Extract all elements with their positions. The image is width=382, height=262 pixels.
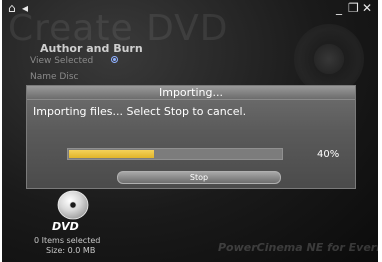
disc-size: Size: 0.0 MB — [46, 246, 96, 255]
stop-button[interactable]: Stop — [117, 171, 281, 184]
back-arrow-icon[interactable]: ◂ — [22, 2, 28, 14]
dialog-title: Importing... — [158, 86, 223, 99]
restore-icon[interactable]: ❐ — [348, 2, 359, 14]
progress-bar — [67, 148, 283, 160]
items-selected-count: 0 Items selected — [34, 236, 101, 245]
close-icon[interactable]: ✕ — [362, 2, 372, 14]
decorative-disc-image — [294, 24, 364, 94]
view-selected-radio[interactable] — [111, 56, 118, 63]
app-window: Create DVD ⌂ ◂ _ ❐ ✕ Author and Burn Vie… — [2, 0, 378, 262]
minimize-icon[interactable]: _ — [336, 2, 342, 14]
brand-watermark: PowerCinema NE for Everio — [218, 241, 378, 254]
importing-dialog: Importing... Importing files... Select S… — [26, 85, 356, 189]
home-icon[interactable]: ⌂ — [8, 2, 16, 14]
dialog-message: Importing files... Select Stop to cancel… — [33, 105, 247, 118]
progress-bar-fill — [69, 150, 154, 158]
dialog-header: Importing... — [27, 86, 355, 100]
dvd-disc-icon — [57, 190, 89, 220]
view-selected-option[interactable]: View Selected — [30, 56, 93, 66]
menu-heading: Author and Burn — [40, 42, 143, 55]
dvd-label: DVD — [52, 220, 79, 233]
name-disc-option[interactable]: Name Disc — [30, 72, 78, 82]
title-bar: ⌂ ◂ _ ❐ ✕ — [2, 0, 378, 18]
progress-percent: 40% — [317, 149, 340, 160]
